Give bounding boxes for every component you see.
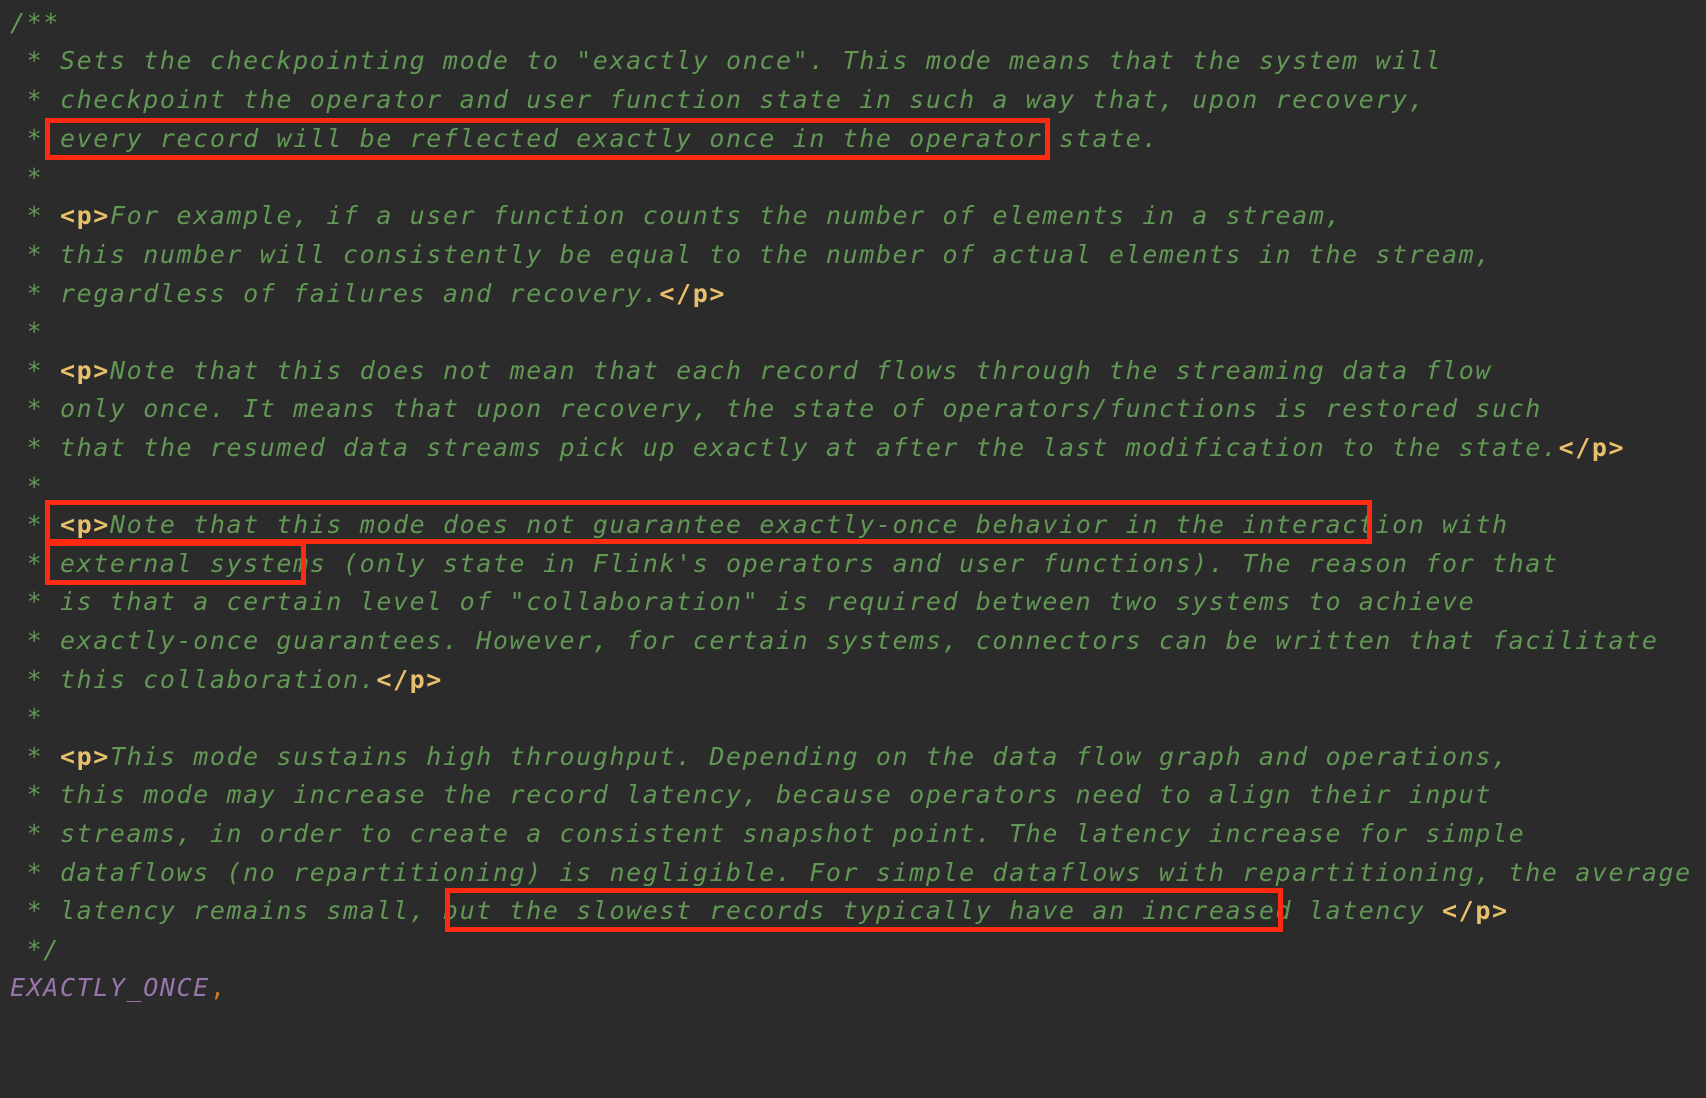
code-line-10: * only once. It means that upon recovery… — [10, 394, 1542, 423]
html-tag-open: <p> — [59, 510, 110, 539]
code-line-11: * that the resumed data streams pick up … — [10, 427, 1625, 469]
code-line-3: * every record will be reflected exactly… — [10, 124, 1159, 153]
html-tag-open: <p> — [59, 356, 110, 385]
html-tag-close: </p> — [1558, 433, 1626, 462]
comment-prefix: * — [10, 510, 60, 539]
html-tag-close: </p> — [1442, 896, 1509, 925]
code-line-9: * <p>Note that this does not mean that e… — [10, 350, 1492, 392]
code-line-empty: * — [10, 703, 44, 732]
code-line-1: * Sets the checkpointing mode to "exactl… — [10, 46, 1443, 75]
comment-close: */ — [10, 935, 60, 964]
code-line-14: * external systems (only state in Flink'… — [10, 549, 1559, 578]
comment-prefix: * — [10, 356, 60, 385]
code-line-16: * exactly-once guarantees. However, for … — [10, 626, 1659, 655]
code-line-2: * checkpoint the operator and user funct… — [10, 85, 1426, 114]
comment-open: /** — [10, 8, 60, 37]
code-line-13: * <p>Note that this mode does not guaran… — [10, 504, 1509, 546]
code-line-19: * <p>This mode sustains high throughput.… — [10, 736, 1509, 778]
comment-text: * that the resumed data streams pick up … — [10, 433, 1559, 462]
html-tag-open: <p> — [59, 742, 110, 771]
comment-text: * latency remains small, but the slowest… — [10, 896, 1443, 925]
enum-constant-name[interactable]: EXACTLY_ONCE — [10, 973, 210, 1002]
html-tag-close: </p> — [376, 665, 443, 694]
comment-text: Note that this does not mean that each r… — [109, 356, 1492, 385]
comment-prefix: * — [10, 201, 60, 230]
code-editor[interactable]: /** * Sets the checkpointing mode to "ex… — [0, 0, 1706, 1098]
html-tag-close: </p> — [659, 279, 727, 308]
code-line-15: * is that a certain level of "collaborat… — [10, 587, 1476, 616]
code-line-22: * dataflows (no repartitioning) is negli… — [10, 858, 1692, 887]
code-line-empty: * — [10, 317, 44, 346]
comment-text: For example, if a user function counts t… — [109, 201, 1343, 230]
comment-prefix: * — [10, 742, 60, 771]
comment-text: Note that this mode does not guarantee e… — [109, 510, 1509, 539]
enum-constant-line[interactable]: EXACTLY_ONCE, — [10, 967, 226, 1009]
code-line-23: * latency remains small, but the slowest… — [10, 890, 1509, 932]
code-line-17: * this collaboration.</p> — [10, 659, 443, 701]
code-line-6: * this number will consistently be equal… — [10, 240, 1492, 269]
comment-text: * this collaboration. — [10, 665, 377, 694]
code-line-20: * this mode may increase the record late… — [10, 780, 1492, 809]
code-line-empty: * — [10, 472, 44, 501]
code-line-5: * <p>For example, if a user function cou… — [10, 195, 1342, 237]
comment-text: This mode sustains high throughput. Depe… — [109, 742, 1509, 771]
enum-comma: , — [209, 973, 227, 1002]
comment-text: * regardless of failures and recovery. — [10, 279, 660, 308]
code-line-7: * regardless of failures and recovery.</… — [10, 273, 726, 315]
code-line-empty: * — [10, 163, 44, 192]
html-tag-open: <p> — [59, 201, 110, 230]
code-line-21: * streams, in order to create a consiste… — [10, 819, 1526, 848]
